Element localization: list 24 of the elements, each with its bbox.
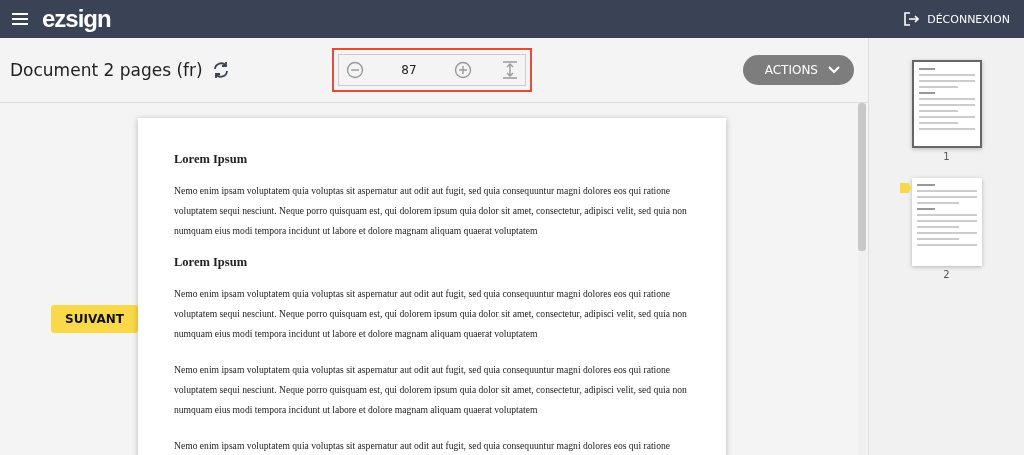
page-number: 1	[943, 151, 950, 162]
section-heading: Lorem Ipsum	[174, 255, 249, 270]
document-title: Document 2 pages (fr)	[10, 60, 203, 80]
chevron-down-icon	[828, 66, 840, 74]
page-thumbnail[interactable]	[911, 178, 982, 266]
fit-height-icon[interactable]	[502, 61, 518, 79]
logout-icon	[903, 11, 920, 27]
flag-marker	[899, 183, 912, 193]
paragraph: Nemo enim ipsam voluptatem quia voluptas sit aspernatur aut odit aut fugit, sed quia consequuntur magni dolores eos qui ratione voluptatem sequi nesciunt. Neque porro quisquam est, qui dolorem ipsum quia dolor sit amet, consectetur, adipisci velit, sed quia non numquam eius modi tempora incidunt ut labore et dolore magnam aliquam quaerat voluptatem	[174, 184, 688, 238]
zoom-out-icon[interactable]	[346, 61, 364, 79]
zoom-in-icon[interactable]	[454, 61, 472, 79]
paragraph: Nemo enim ipsam voluptatem quia voluptas sit aspernatur aut odit aut fugit, sed quia consequuntur magni dolores eos qui ratione voluptatem sequi nesciunt. Neque porro quisquam est, qui dolorem ipsum quia dolor sit amet, consectetur, adipisci velit, sed quia non numquam eius modi tempora incidunt ut labore et dolore magnam aliquam quaerat voluptatem	[174, 363, 688, 417]
logout-button[interactable]: DÉCONNEXION	[903, 11, 1010, 27]
paragraph: Nemo enim ipsam voluptatem quia voluptas sit aspernatur aut odit aut fugit, sed quia consequuntur magni dolores eos qui ratione	[174, 439, 672, 453]
logo[interactable]: ezsign	[42, 5, 111, 33]
paragraph: Nemo enim ipsam voluptatem quia voluptas sit aspernatur aut odit aut fugit, sed quia consequuntur magni dolores eos qui ratione voluptatem sequi nesciunt. Neque porro quisquam est, qui dolorem ipsum quia dolor sit amet, consectetur, adipisci velit, sed quia non numquam eius modi tempora incidunt ut labore et dolore magnam aliquam quaerat voluptatem	[174, 287, 688, 341]
page-thumbnail[interactable]	[911, 60, 982, 148]
menu-icon[interactable]	[12, 13, 28, 25]
next-button[interactable]: SUIVANT	[51, 305, 138, 333]
zoom-value[interactable]: 87	[394, 63, 424, 77]
page-number: 2	[943, 269, 950, 280]
scrollbar[interactable]	[858, 103, 866, 455]
section-heading: Lorem Ipsum	[174, 152, 249, 167]
actions-button[interactable]: ACTIONS	[742, 55, 854, 85]
